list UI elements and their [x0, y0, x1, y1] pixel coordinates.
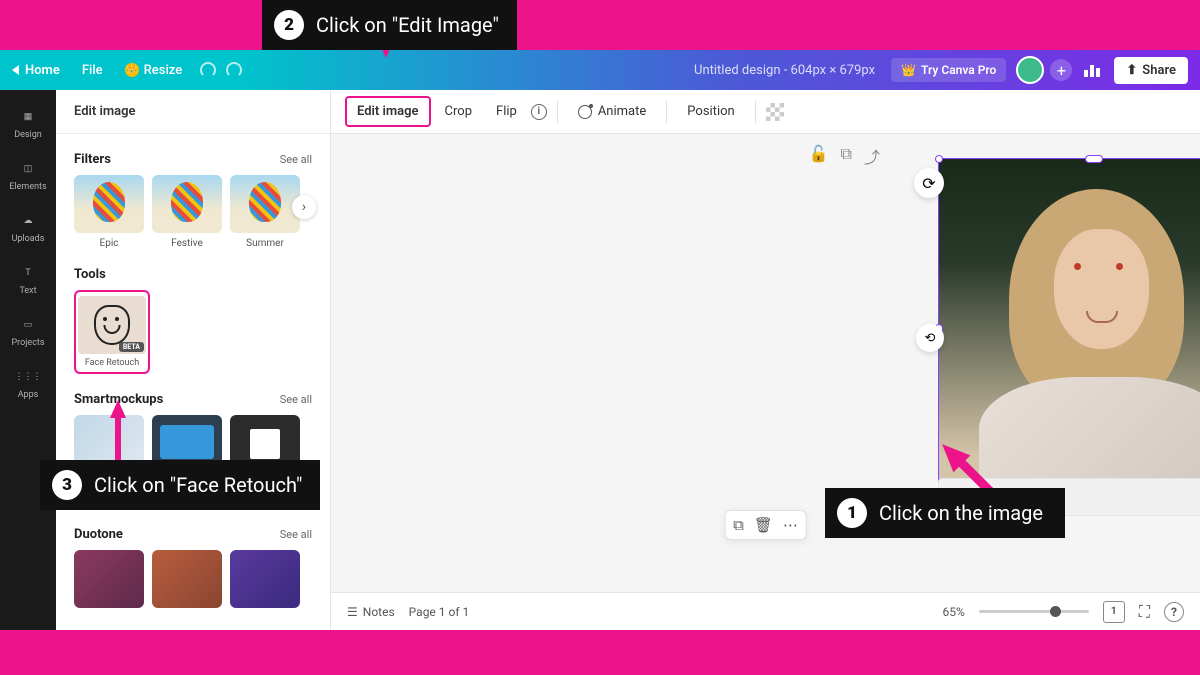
- callout-text: Click on "Edit Image": [316, 13, 499, 37]
- lock-icon[interactable]: 🔓: [809, 144, 829, 168]
- try-pro-label: Try Canva Pro: [921, 63, 996, 77]
- arrow-icon: [110, 400, 126, 418]
- more-icon[interactable]: ⋯: [783, 516, 798, 534]
- add-member-button[interactable]: +: [1050, 59, 1072, 81]
- sidebar-item-text[interactable]: TText: [0, 254, 56, 304]
- fullscreen-icon[interactable]: ⛶: [1139, 602, 1150, 622]
- page-number-button[interactable]: 1: [1103, 601, 1125, 623]
- face-icon: [94, 305, 130, 345]
- filters-see-all[interactable]: See all: [280, 153, 312, 166]
- elements-icon: ◫: [18, 159, 38, 179]
- duplicate-icon[interactable]: ⧉: [841, 144, 852, 168]
- document-title[interactable]: Untitled design - 604px × 679px: [694, 63, 875, 78]
- callout-number: 1: [837, 498, 867, 528]
- uploads-icon: ☁: [18, 211, 38, 231]
- context-toolbar: Edit image Crop Flip i Animate Position: [331, 90, 1200, 134]
- position-button[interactable]: Position: [677, 98, 744, 125]
- home-label: Home: [25, 63, 60, 78]
- filter-epic[interactable]: Epic: [74, 175, 144, 249]
- filter-summer[interactable]: Summer: [230, 175, 300, 249]
- resize-handle[interactable]: [1085, 155, 1103, 163]
- callout-number: 2: [274, 10, 304, 40]
- canvas[interactable]: 🔓 ⧉ ⤴: [331, 134, 1200, 592]
- sidebar-item-apps[interactable]: ⋮⋮⋮Apps: [0, 358, 56, 408]
- transparency-button[interactable]: [766, 103, 784, 121]
- resize-button[interactable]: 👑 Resize: [125, 63, 183, 78]
- design-icon: ▦: [18, 107, 38, 127]
- crown-icon: 👑: [901, 63, 916, 77]
- copy-icon[interactable]: ⧉: [733, 516, 744, 534]
- sidebar-item-projects[interactable]: ▭Projects: [0, 306, 56, 356]
- sidebar-item-design[interactable]: ▦Design: [0, 98, 56, 148]
- share-label: Share: [1142, 63, 1176, 78]
- filter-festive[interactable]: Festive: [152, 175, 222, 249]
- callout-text: Click on the image: [879, 501, 1043, 525]
- info-icon[interactable]: i: [531, 104, 547, 120]
- upload-icon: ⬆: [1126, 63, 1137, 78]
- share-button[interactable]: ⬆ Share: [1114, 57, 1188, 84]
- duotone-item[interactable]: [152, 550, 222, 608]
- floating-page-toolbar: ⧉ 🗑 ⋯: [724, 510, 807, 540]
- bottom-bar: ☰ Notes Page 1 of 1 65% 1 ⛶ ?: [331, 592, 1200, 630]
- try-pro-button[interactable]: 👑 Try Canva Pro: [891, 58, 1006, 82]
- zoom-value: 65%: [943, 605, 965, 619]
- left-iconbar: ▦Design ◫Elements ☁Uploads TText ▭Projec…: [0, 90, 56, 630]
- callout-2: 2 Click on "Edit Image": [262, 0, 517, 50]
- crop-button[interactable]: Crop: [435, 98, 482, 125]
- apps-icon: ⋮⋮⋮: [18, 367, 38, 387]
- duotone-heading: Duotone: [74, 527, 123, 542]
- file-menu[interactable]: File: [82, 63, 103, 78]
- selected-image[interactable]: [938, 158, 1200, 508]
- smartmockups-see-all[interactable]: See all: [280, 393, 312, 406]
- zoom-slider[interactable]: [979, 610, 1089, 613]
- sync-button[interactable]: ⟳: [914, 168, 944, 198]
- chevron-left-icon: [12, 65, 19, 75]
- redo-button[interactable]: [226, 62, 242, 78]
- crown-icon: 👑: [125, 63, 139, 77]
- insights-icon[interactable]: [1084, 63, 1102, 77]
- top-menubar: Home File 👑 Resize Untitled design - 604…: [0, 50, 1200, 90]
- flip-button[interactable]: Flip: [486, 98, 527, 125]
- home-button[interactable]: Home: [12, 63, 60, 78]
- animate-icon: [578, 105, 592, 119]
- duotone-see-all[interactable]: See all: [280, 528, 312, 541]
- page-indicator: Page 1 of 1: [409, 605, 470, 619]
- callout-text: Click on "Face Retouch": [94, 473, 302, 497]
- edit-image-panel: Edit image Filters See all Epic Festive …: [56, 90, 331, 630]
- duotone-item[interactable]: [230, 550, 300, 608]
- filters-heading: Filters: [74, 152, 111, 167]
- duotone-item[interactable]: [74, 550, 144, 608]
- trash-icon[interactable]: 🗑: [754, 516, 773, 534]
- edit-image-button[interactable]: Edit image: [345, 96, 431, 127]
- projects-icon: ▭: [18, 315, 38, 335]
- resize-label: Resize: [144, 63, 183, 78]
- rotate-button[interactable]: ⟲: [916, 324, 944, 352]
- tool-face-retouch[interactable]: BETA Face Retouch: [74, 290, 150, 374]
- callout-number: 3: [52, 470, 82, 500]
- panel-title: Edit image: [56, 90, 330, 134]
- animate-button[interactable]: Animate: [568, 98, 656, 125]
- undo-button[interactable]: [200, 62, 216, 78]
- avatar[interactable]: [1016, 56, 1044, 84]
- callout-3: 3 Click on "Face Retouch": [40, 460, 320, 510]
- sidebar-item-uploads[interactable]: ☁Uploads: [0, 202, 56, 252]
- notes-icon: ☰: [347, 605, 358, 619]
- beta-badge: BETA: [119, 342, 144, 352]
- resize-handle[interactable]: [935, 155, 943, 163]
- callout-1: 1 Click on the image: [825, 488, 1065, 538]
- filters-next-button[interactable]: ›: [292, 195, 316, 219]
- text-icon: T: [18, 263, 38, 283]
- tools-heading: Tools: [74, 267, 106, 282]
- help-icon[interactable]: ?: [1164, 602, 1184, 622]
- notes-button[interactable]: ☰ Notes: [347, 605, 395, 619]
- export-icon[interactable]: ⤴: [864, 144, 880, 168]
- sidebar-item-elements[interactable]: ◫Elements: [0, 150, 56, 200]
